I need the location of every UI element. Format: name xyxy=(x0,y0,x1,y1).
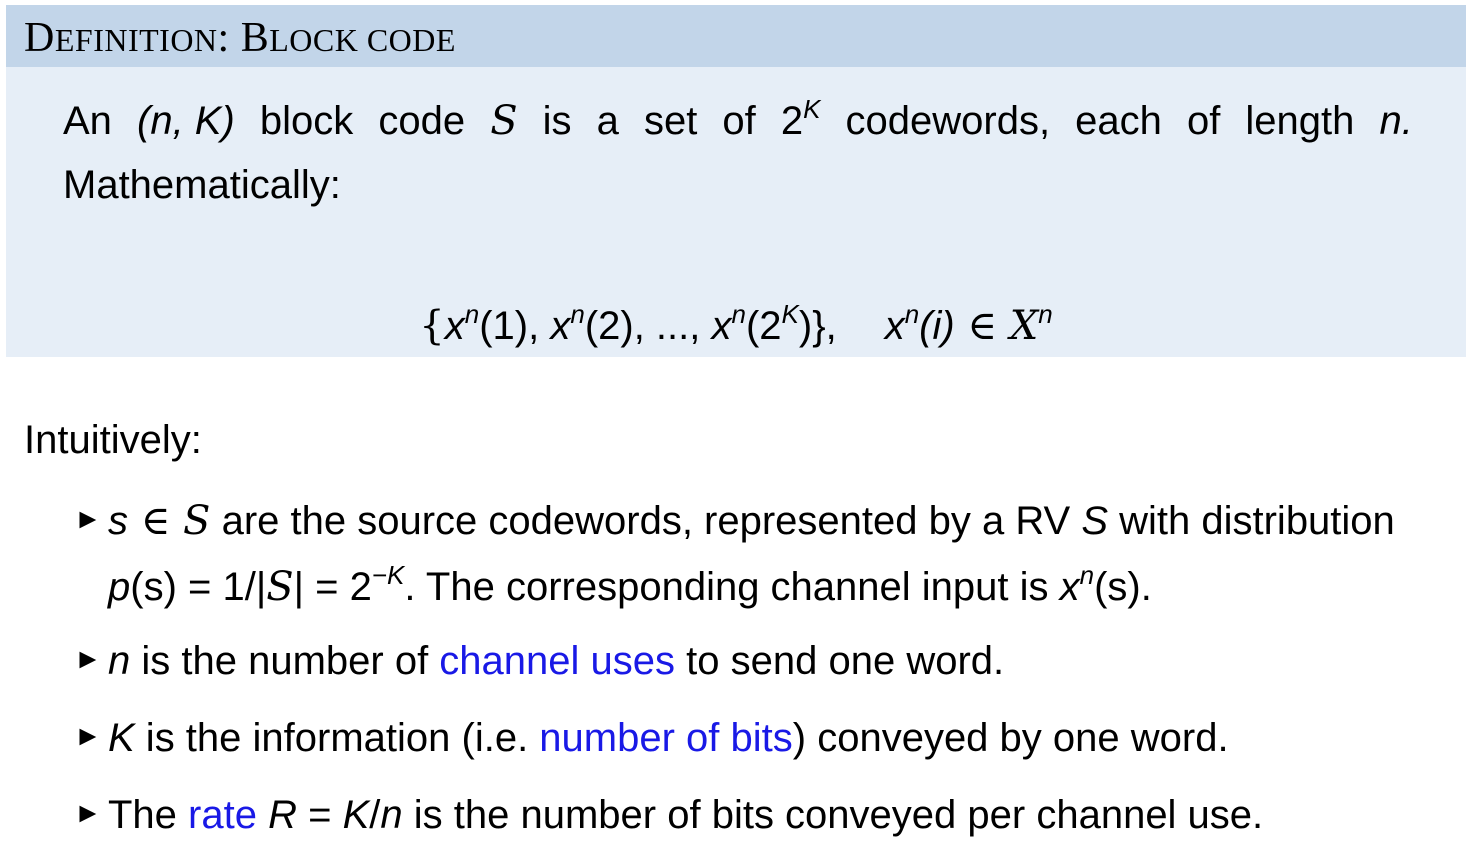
bullet-icon: ► xyxy=(74,503,102,535)
definition-block: DEFINITION: BLOCK CODE An (n, K) block c… xyxy=(6,5,1466,357)
definition-title: DEFINITION: BLOCK CODE xyxy=(6,5,1466,67)
list-item: ► The rate R = K/n is the number of bits … xyxy=(74,783,1263,849)
channel-uses-link: channel uses xyxy=(439,639,676,683)
definition-text: An (n, K) block code S is a set of 2K co… xyxy=(63,93,1413,207)
bullet-icon: ► xyxy=(74,720,102,752)
intro-label: Intuitively: xyxy=(24,418,202,462)
bullet-icon: ► xyxy=(74,797,102,829)
rate-link: rate xyxy=(188,793,257,837)
codebook-formula: {xn(1), xn(2), ..., xn(2K)}, xn(i) ∈ Xn xyxy=(419,298,1053,349)
bullet-icon: ► xyxy=(74,643,102,675)
list-item: ► s ∈ S are the source codewords, represe… xyxy=(74,489,1395,619)
number-of-bits-link: number of bits xyxy=(539,716,793,760)
list-item: ► K is the information (i.e. number of bi… xyxy=(74,706,1229,772)
list-item: ► n is the number of channel uses to send… xyxy=(74,629,1004,695)
definition-body: An (n, K) block code S is a set of 2K co… xyxy=(6,67,1466,357)
